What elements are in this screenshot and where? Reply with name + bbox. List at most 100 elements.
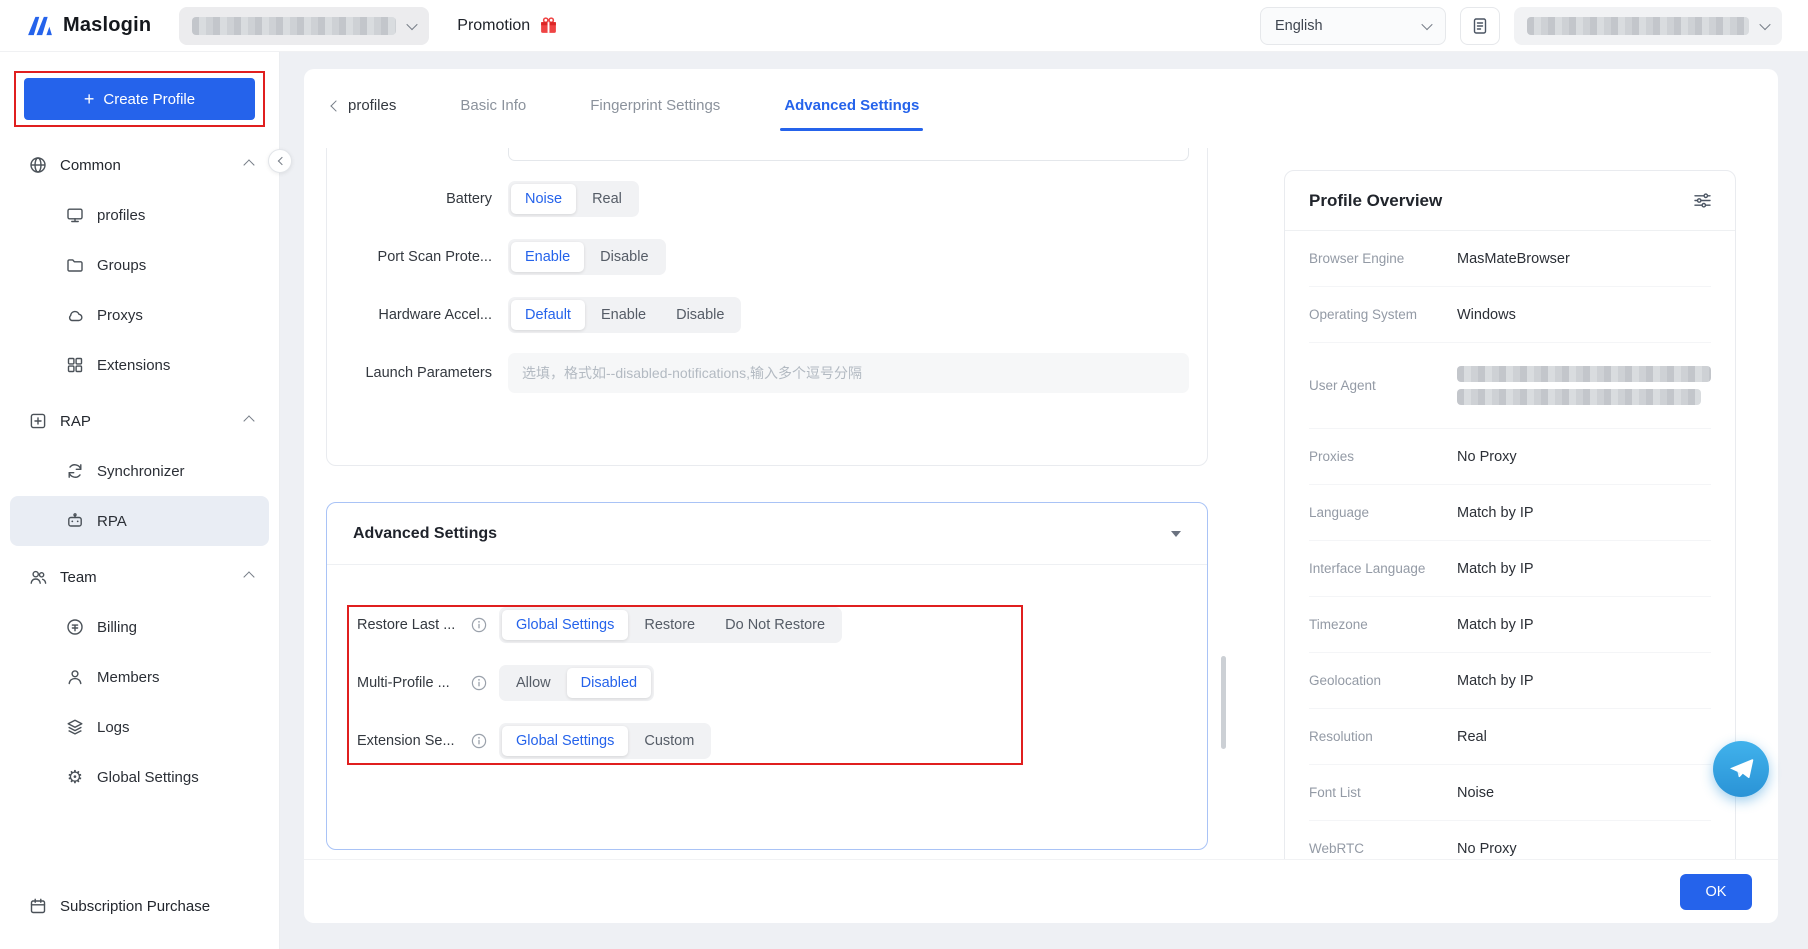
tab-basic-info[interactable]: Basic Info [460,97,526,114]
telegram-paper-plane-icon [1728,757,1755,781]
multi-profile-row: Multi-Profile ... [357,663,1207,703]
option-restore[interactable]: Restore [630,610,709,640]
option-disable[interactable]: Disable [586,242,662,272]
chevron-down-icon [1421,18,1432,29]
advanced-settings-header[interactable]: Advanced Settings [327,503,1207,565]
launch-parameters-input[interactable] [508,353,1189,393]
tabs-header: profiles Basic Info Fingerprint Settings… [304,69,1778,130]
restore-last-segment: Global Settings Restore Do Not Restore [499,607,842,643]
redacted-account-name [1527,17,1749,35]
fingerprint-form-card: Battery Noise Real Port Scan Prote... [326,148,1208,466]
chevron-left-icon [277,157,285,165]
sidebar-item-rpa[interactable]: RPA [10,496,269,546]
option-allow[interactable]: Allow [502,668,565,698]
back-to-profiles[interactable]: profiles [332,97,396,114]
overview-row-proxies: Proxies No Proxy [1309,429,1711,485]
section-label: Team [60,569,97,586]
document-button[interactable] [1460,7,1500,45]
chevron-left-icon [330,100,341,111]
sidebar-item-profiles[interactable]: profiles [0,190,279,240]
multi-profile-label: Multi-Profile ... [357,675,465,691]
tab-fingerprint-settings[interactable]: Fingerprint Settings [590,97,720,114]
option-enable[interactable]: Enable [511,242,584,272]
grid-icon [66,356,84,374]
create-profile-label: Create Profile [103,91,195,108]
battery-row: Battery Noise Real [327,179,1207,219]
sidebar-section-rap[interactable]: RAP [0,396,279,446]
overview-row-geolocation: Geolocation Match by IP [1309,653,1711,709]
sidebar-item-billing[interactable]: Billing [0,602,279,652]
sidebar-item-members[interactable]: Members [0,652,279,702]
brand: Maslogin [26,14,151,37]
folder-icon [66,256,84,274]
redacted-user-agent [1457,366,1711,405]
port-scan-label: Port Scan Prote... [327,249,492,265]
info-icon[interactable] [471,675,487,691]
profile-overview-panel: Profile Overview Browser En [1284,170,1736,859]
sidebar-item-subscription-purchase[interactable]: Subscription Purchase [0,881,279,931]
sidebar-item-synchronizer[interactable]: Synchronizer [0,446,279,496]
option-disabled[interactable]: Disabled [567,668,651,698]
chevron-up-icon [243,571,254,582]
promotion-label: Promotion [457,17,530,35]
topbar: Maslogin Promotion English [0,0,1808,52]
option-default[interactable]: Default [511,300,585,330]
rap-icon [29,412,47,430]
promotion-link[interactable]: Promotion [457,16,558,35]
option-global-settings[interactable]: Global Settings [502,610,628,640]
monitor-icon [66,206,84,224]
filter-icon[interactable] [1694,193,1711,208]
ok-button[interactable]: OK [1680,874,1752,910]
option-custom[interactable]: Custom [630,726,708,756]
language-value: English [1275,18,1323,34]
advanced-settings-card: Advanced Settings Restore Last ... [326,502,1208,850]
option-do-not-restore[interactable]: Do Not Restore [711,610,839,640]
overview-row-font-list: Font List Noise [1309,765,1711,821]
create-profile-button[interactable]: + Create Profile [24,78,255,120]
telegram-float-button[interactable] [1713,741,1769,797]
advanced-settings-body: Restore Last ... [327,565,1207,849]
cutoff-field[interactable] [508,148,1189,161]
option-global-settings[interactable]: Global Settings [502,726,628,756]
profile-overview-title: Profile Overview [1309,191,1442,211]
chevron-up-icon [243,159,254,170]
scrollbar-thumb[interactable] [1221,656,1226,749]
sidebar-item-groups[interactable]: Groups [0,240,279,290]
team-icon [29,568,47,586]
sidebar-item-extensions[interactable]: Extensions [0,340,279,390]
option-real[interactable]: Real [578,184,636,214]
sync-icon [66,462,84,480]
cloud-icon [66,306,84,324]
section-label: Common [60,157,121,174]
chevron-up-icon [243,415,254,426]
overview-row-interface-language: Interface Language Match by IP [1309,541,1711,597]
restore-last-label: Restore Last ... [357,617,465,633]
maslogin-logo-icon [26,15,54,37]
chevron-down-icon [1759,18,1770,29]
option-disable[interactable]: Disable [662,300,738,330]
sidebar-item-global-settings[interactable]: ⚙ Global Settings [0,752,279,802]
overview-row-timezone: Timezone Match by IP [1309,597,1711,653]
option-noise[interactable]: Noise [511,184,576,214]
overview-row-user-agent: User Agent [1309,343,1711,429]
info-icon[interactable] [471,733,487,749]
sidebar-item-proxys[interactable]: Proxys [0,290,279,340]
collapse-caret-icon [1171,531,1181,537]
launch-parameters-row: Launch Parameters [327,353,1207,393]
sidebar-collapse-button[interactable] [268,149,292,173]
overview-row-language: Language Match by IP [1309,485,1711,541]
language-selector[interactable]: English [1260,7,1446,45]
hardware-accel-row: Hardware Accel... Default Enable Disable [327,295,1207,335]
redacted-workspace-name [192,17,396,35]
info-icon[interactable] [471,617,487,633]
layers-icon [66,718,84,736]
account-selector[interactable] [1514,7,1782,45]
sidebar-section-common[interactable]: Common [0,140,279,190]
workspace-selector[interactable] [179,7,429,45]
tab-advanced-settings[interactable]: Advanced Settings [784,97,919,114]
settings-column: Battery Noise Real Port Scan Prote... [326,148,1228,859]
back-label: profiles [348,97,396,114]
sidebar-item-logs[interactable]: Logs [0,702,279,752]
sidebar-section-team[interactable]: Team [0,552,279,602]
option-enable[interactable]: Enable [587,300,660,330]
